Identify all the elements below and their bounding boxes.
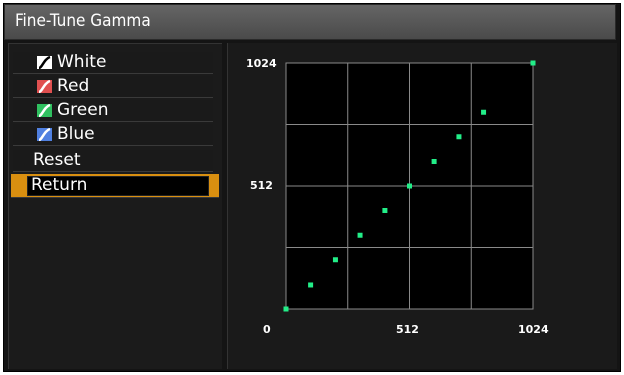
gamma-point-1[interactable] (308, 282, 314, 288)
x-axis-zero-label: 0 (263, 323, 271, 336)
menu-item-blue[interactable]: Blue (13, 124, 213, 146)
gamma-point-7[interactable] (456, 134, 462, 140)
title-bar: Fine-Tune Gamma (4, 4, 616, 40)
reset-button[interactable]: Reset (13, 150, 213, 172)
y-axis-max-label: 1024 (246, 57, 277, 70)
gamma-point-4[interactable] (382, 208, 388, 214)
gamma-point-8[interactable] (481, 109, 487, 115)
gamma-curve-green-icon (37, 104, 52, 117)
x-axis-max-label: 1024 (518, 323, 549, 336)
gamma-point-3[interactable] (357, 232, 363, 238)
menu-item-red[interactable]: Red (13, 76, 213, 98)
window-title: Fine-Tune Gamma (15, 11, 151, 31)
gamma-chart (283, 60, 536, 312)
gamma-curve-blue-icon (37, 128, 52, 141)
gamma-curve-white-icon (37, 56, 52, 69)
gamma-point-5[interactable] (407, 183, 412, 189)
menu-item-label: White (57, 52, 107, 72)
reset-label: Reset (33, 150, 81, 170)
menu-item-label: Green (57, 100, 109, 120)
gamma-point-0[interactable] (283, 306, 289, 312)
gamma-point-2[interactable] (332, 257, 338, 263)
menu-item-green[interactable]: Green (13, 100, 213, 122)
gamma-menu: White Red Green Blue Reset Return (8, 43, 222, 369)
menu-item-label: Red (57, 76, 90, 96)
menu-item-label: Blue (57, 124, 95, 144)
gamma-point-6[interactable] (431, 158, 437, 164)
return-button[interactable]: Return (11, 174, 219, 198)
y-axis-mid-label: 512 (250, 179, 273, 192)
gamma-point-9[interactable] (530, 60, 536, 66)
x-axis-mid-label: 512 (396, 323, 419, 336)
gamma-graph-panel: 1024 512 0 512 1024 (227, 43, 617, 369)
menu-item-white[interactable]: White (13, 52, 213, 74)
gamma-curve-red-icon (37, 80, 52, 93)
return-label: Return (31, 175, 88, 195)
